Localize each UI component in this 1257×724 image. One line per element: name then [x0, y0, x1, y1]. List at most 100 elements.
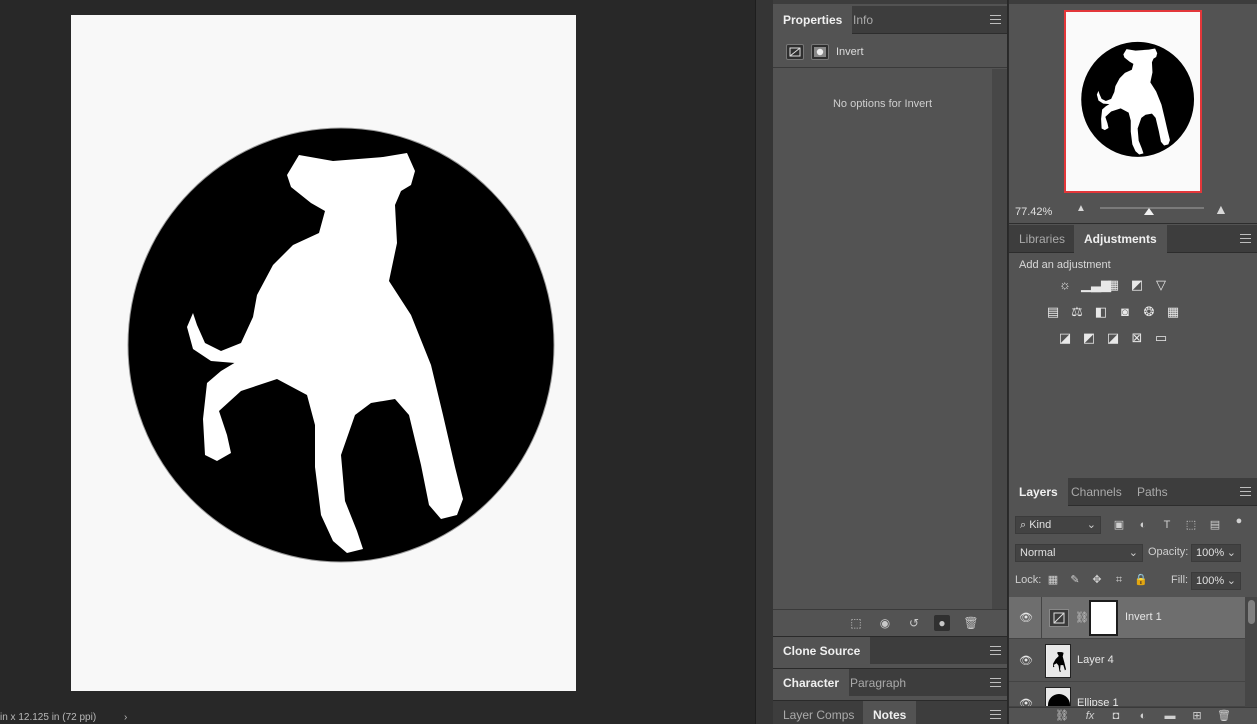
invert-layer-icon	[1049, 609, 1069, 627]
tab-channels[interactable]: Channels	[1061, 478, 1132, 506]
fill-field[interactable]: 100% ⌄	[1191, 572, 1241, 590]
tab-character[interactable]: Character	[773, 669, 850, 697]
properties-scrollbar[interactable]	[992, 69, 1007, 609]
navigator-preview[interactable]	[1064, 10, 1202, 193]
adjustments-menu-icon[interactable]	[1240, 234, 1251, 243]
layer-filter-dropdown[interactable]: ⌕ Kind ⌄	[1015, 516, 1101, 534]
properties-footer: ⬚ ◉ ↺ ● 🗑	[773, 609, 1007, 635]
document-page[interactable]	[71, 15, 576, 691]
layer-row-ellipse-1[interactable]: 👁 Ellipse 1	[1009, 683, 1245, 707]
layers-scrollbar[interactable]	[1245, 597, 1257, 707]
new-group-icon[interactable]: ▬	[1163, 709, 1177, 723]
lock-artboard-icon[interactable]: ⌗	[1112, 573, 1126, 587]
layer-name[interactable]: Ellipse 1	[1077, 697, 1119, 706]
layer-row-invert-1[interactable]: 👁 ⛓ Invert 1	[1009, 597, 1245, 639]
layer-name[interactable]: Invert 1	[1125, 611, 1162, 623]
hue-saturation-icon[interactable]: ▤	[1045, 305, 1061, 319]
new-layer-icon[interactable]: ⊞	[1190, 709, 1204, 723]
toggle-visibility-icon[interactable]: ●	[934, 615, 950, 631]
tab-properties[interactable]: Properties	[773, 6, 853, 34]
layers-menu-icon[interactable]	[1240, 487, 1251, 496]
link-layers-icon[interactable]: ⛓	[1055, 709, 1069, 723]
properties-body: No options for Invert	[773, 69, 992, 609]
layers-scrollbar-thumb[interactable]	[1248, 600, 1255, 624]
invert-adjustment-icon[interactable]	[786, 44, 804, 60]
threshold-icon[interactable]: ◪	[1105, 331, 1121, 345]
layer-style-icon[interactable]: fx	[1083, 709, 1097, 723]
exposure-icon[interactable]: ◩	[1129, 278, 1145, 292]
properties-header: Invert	[773, 38, 1007, 68]
gradient-map-icon[interactable]: ▭	[1153, 331, 1169, 345]
mask-link-icon[interactable]: ⛓	[1075, 611, 1089, 624]
photo-filter-icon[interactable]: ◙	[1117, 305, 1133, 319]
zoom-in-icon[interactable]: ▲	[1214, 201, 1228, 217]
layer-name[interactable]: Layer 4	[1077, 654, 1114, 666]
delete-adjustment-icon[interactable]: 🗑	[963, 615, 979, 631]
fill-label: Fill:	[1171, 574, 1189, 586]
layer-comps-panel: Layer Comps Notes	[773, 700, 1007, 724]
lock-position-icon[interactable]: ✥	[1090, 573, 1104, 587]
adjustment-layer-filter-icon[interactable]: ◐	[1136, 518, 1150, 532]
status-menu-arrow-icon[interactable]: ›	[124, 712, 127, 724]
curves-icon[interactable]: ▦	[1105, 278, 1121, 292]
lock-transparent-pixels-icon[interactable]: ▦	[1046, 573, 1060, 587]
channel-mixer-icon[interactable]: ❂	[1141, 305, 1157, 319]
invert-icon[interactable]: ◪	[1057, 331, 1073, 345]
properties-menu-icon[interactable]	[990, 15, 1001, 24]
tab-layer-comps[interactable]: Layer Comps	[773, 701, 864, 724]
view-previous-state-icon[interactable]: ◉	[877, 615, 893, 631]
tab-notes[interactable]: Notes	[863, 701, 917, 724]
pixel-layer-filter-icon[interactable]: ▣	[1112, 518, 1126, 532]
lock-all-icon[interactable]: 🔒	[1134, 573, 1148, 587]
mask-icon[interactable]	[811, 44, 829, 60]
zoom-level[interactable]: 77.42%	[1015, 206, 1052, 218]
status-bar: in x 12.125 in (72 ppi) ›	[0, 712, 755, 724]
brightness-contrast-icon[interactable]: ☼	[1057, 278, 1073, 292]
vibrance-icon[interactable]: ▽	[1153, 278, 1169, 292]
clip-to-layer-icon[interactable]: ⬚	[848, 615, 864, 631]
tab-adjustments[interactable]: Adjustments	[1074, 225, 1167, 253]
tab-libraries[interactable]: Libraries	[1009, 225, 1075, 253]
reset-adjustment-icon[interactable]: ↺	[906, 615, 922, 631]
character-panel: Character Paragraph	[773, 668, 1007, 697]
zoom-slider-handle[interactable]	[1143, 208, 1154, 215]
opacity-value: 100%	[1196, 547, 1225, 559]
tab-layers[interactable]: Layers	[1009, 478, 1068, 506]
posterize-icon[interactable]: ◩	[1081, 331, 1097, 345]
shape-layer-filter-icon[interactable]: ⬚	[1184, 518, 1198, 532]
right-dock: 77.42% ▲ ▲ Libraries Adjustments Add an …	[1008, 0, 1257, 724]
visibility-eye-icon[interactable]: 👁	[1019, 611, 1033, 625]
type-layer-filter-icon[interactable]: T	[1160, 518, 1174, 532]
black-white-icon[interactable]: ◧	[1093, 305, 1109, 319]
filter-toggle-icon[interactable]: ●	[1232, 514, 1246, 528]
layers-tabbar: Layers Channels Paths	[1009, 478, 1257, 506]
zoom-out-icon[interactable]: ▲	[1076, 203, 1086, 214]
blend-mode-dropdown[interactable]: Normal ⌄	[1015, 544, 1143, 562]
color-balance-icon[interactable]: ⚖	[1069, 305, 1085, 319]
tab-paths[interactable]: Paths	[1127, 478, 1178, 506]
row-divider	[1041, 597, 1042, 639]
color-lookup-icon[interactable]: ▦	[1165, 305, 1181, 319]
new-adjustment-layer-icon[interactable]: ◐	[1136, 709, 1150, 723]
opacity-field[interactable]: 100% ⌄	[1191, 544, 1241, 562]
layer-mask-thumbnail[interactable]	[1089, 600, 1118, 636]
selective-color-icon[interactable]: ⊠	[1129, 331, 1145, 345]
layer-comps-menu-icon[interactable]	[990, 710, 1001, 719]
tab-info[interactable]: Info	[843, 6, 883, 34]
character-menu-icon[interactable]	[990, 678, 1001, 687]
visibility-eye-icon[interactable]: 👁	[1019, 697, 1033, 706]
visibility-eye-icon[interactable]: 👁	[1019, 654, 1033, 668]
levels-icon[interactable]: ▁▃▆	[1081, 278, 1111, 292]
properties-dock: Properties Info Invert No options for In…	[773, 0, 1007, 724]
layer-row-layer-4[interactable]: 👁 Layer 4	[1009, 640, 1245, 682]
tab-paragraph[interactable]: Paragraph	[840, 669, 916, 697]
lock-image-pixels-icon[interactable]: ✎	[1068, 573, 1082, 587]
tab-clone-source[interactable]: Clone Source	[773, 637, 871, 665]
smart-object-filter-icon[interactable]: ▤	[1208, 518, 1222, 532]
add-mask-icon[interactable]: ◘	[1109, 709, 1123, 723]
delete-layer-icon[interactable]: 🗑	[1217, 709, 1231, 723]
clone-source-menu-icon[interactable]	[990, 646, 1001, 655]
document-canvas-area[interactable]: in x 12.125 in (72 ppi) ›	[0, 0, 755, 724]
navigator-top-strip	[1009, 0, 1257, 4]
chevron-down-icon: ⌄	[1086, 519, 1096, 531]
